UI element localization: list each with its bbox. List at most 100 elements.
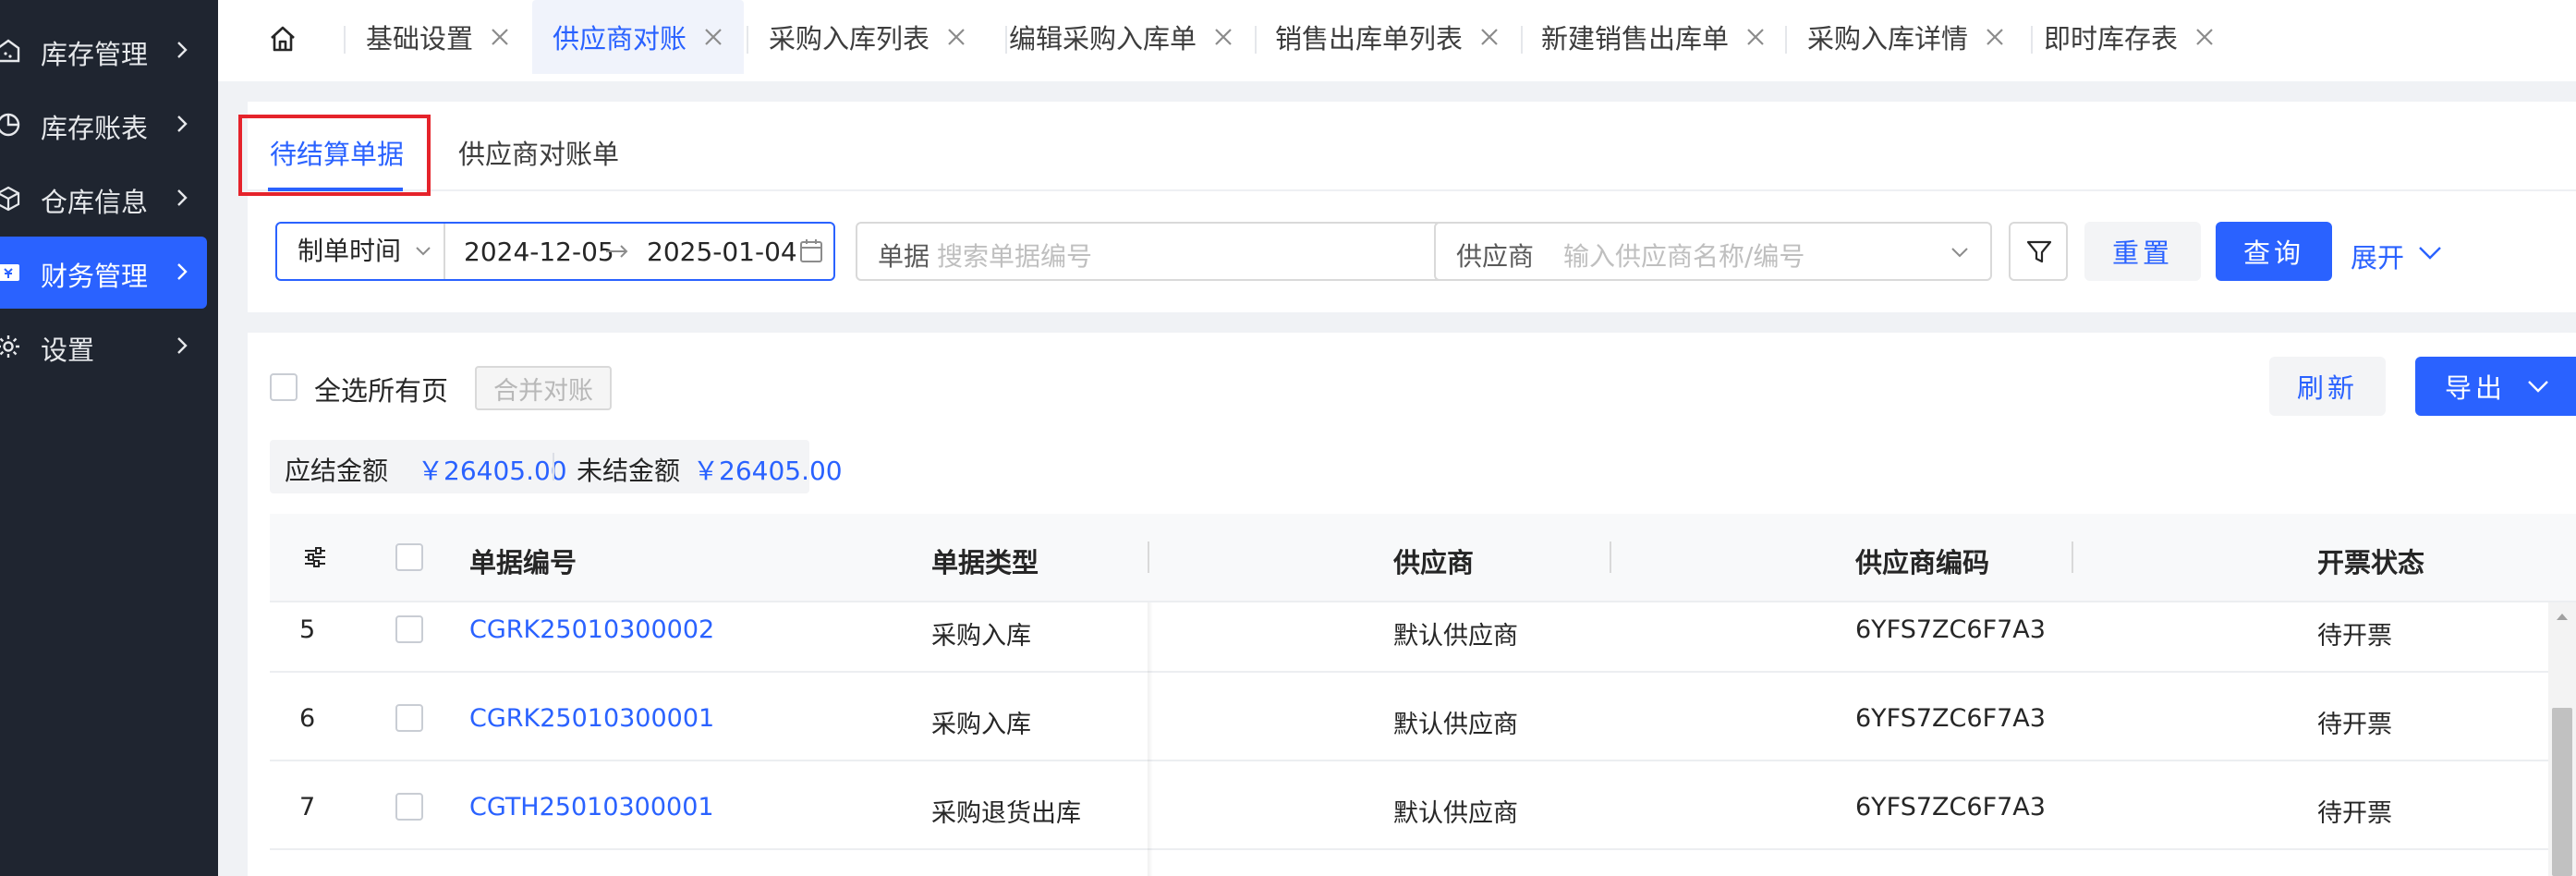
tab-label: 供应商对账 — [553, 23, 687, 55]
scroll-up-arrow-icon[interactable] — [2556, 612, 2569, 621]
unsettled-amount-value: ￥26405.00 — [693, 456, 843, 486]
tab-supplier-reconciliation[interactable]: 供应商对账 — [532, 0, 745, 74]
row-checkbox[interactable] — [395, 615, 423, 643]
supplier-field-label: 供应商 — [1456, 241, 1535, 272]
close-icon[interactable] — [490, 27, 510, 47]
table-scrollbar[interactable] — [2548, 602, 2576, 876]
invoice-status-cell: 待开票 — [2317, 622, 2392, 651]
supplier-search-input[interactable]: 输入供应商名称/编号 — [1563, 237, 1804, 274]
doc-search-input[interactable]: 搜索单据编号 — [937, 237, 1092, 274]
chevron-down-icon — [2419, 247, 2441, 260]
sidebar-item-finance[interactable]: 财务管理 — [0, 237, 207, 309]
supplier-code-cell: 6YFS7ZC6F7A3 — [1855, 615, 2046, 644]
row-index: 5 — [299, 615, 316, 644]
expand-filters-link[interactable]: 展开 — [2351, 237, 2441, 275]
table-header: 单据编号 单据类型 供应商 供应商编码 开票状态 — [270, 514, 2576, 602]
close-icon[interactable] — [1479, 27, 1500, 47]
column-settings-icon[interactable] — [301, 543, 329, 571]
tab-basic-settings[interactable]: 基础设置 — [366, 0, 510, 74]
doc-no-link[interactable]: CGTH25010300001 — [469, 793, 714, 821]
column-header-supplier-code[interactable]: 供应商编码 — [1855, 541, 1989, 580]
select-all-checkbox[interactable] — [270, 373, 298, 401]
tab-separator — [2031, 26, 2033, 54]
doc-search-field[interactable]: 单据 搜索单据编号 — [856, 222, 1447, 281]
home-icon[interactable] — [264, 20, 301, 57]
reset-button[interactable]: 重置 — [2084, 222, 2201, 281]
table-row[interactable]: 5 CGRK25010300002 采购入库 默认供应商 6YFS7ZC6F7A… — [270, 602, 2576, 673]
row-checkbox[interactable] — [395, 793, 423, 821]
sidebar-item-label: 仓库信息 — [41, 187, 149, 218]
column-resizer[interactable] — [2072, 541, 2073, 573]
tab-separator — [1005, 26, 1007, 54]
chevron-right-icon — [177, 189, 188, 206]
tab-sales-out-list[interactable]: 销售出库单列表 — [1275, 0, 1500, 74]
tab-purchase-in-list[interactable]: 采购入库列表 — [769, 0, 966, 74]
column-header-supplier[interactable]: 供应商 — [1393, 541, 1474, 580]
chevron-down-icon — [2528, 381, 2548, 393]
date-start-input[interactable]: 2024-12-05 — [464, 237, 614, 267]
sidebar-item-inventory-ledger[interactable]: 库存账表 — [0, 89, 207, 161]
warehouse-cube-icon — [0, 186, 20, 212]
doc-field-label: 单据 — [878, 241, 930, 272]
inventory-icon — [0, 39, 20, 63]
query-button[interactable]: 查询 — [2216, 222, 2332, 281]
tab-label: 基础设置 — [366, 23, 474, 55]
tab-purchase-in-detail[interactable]: 采购入库详情 — [1807, 0, 2005, 74]
supplier-cell: 默认供应商 — [1393, 799, 1518, 828]
date-end-input[interactable]: 2025-01-04 — [647, 237, 797, 267]
sidebar-item-warehouse[interactable]: 仓库信息 — [0, 163, 207, 235]
invoice-status-cell: 待开票 — [2317, 711, 2392, 739]
supplier-code-cell: 6YFS7ZC6F7A3 — [1855, 704, 2046, 733]
close-icon[interactable] — [1213, 27, 1233, 47]
column-resizer[interactable] — [1148, 541, 1149, 573]
date-type-value: 制单时间 — [298, 236, 402, 266]
close-icon[interactable] — [946, 27, 966, 47]
date-range-filter[interactable]: 制单时间 2024-12-05 2025-01-04 — [275, 222, 835, 281]
close-icon[interactable] — [1745, 27, 1766, 47]
column-resizer[interactable] — [1610, 541, 1611, 573]
payable-amount-value: ￥26405.00 — [418, 456, 567, 486]
export-button[interactable]: 导出 — [2415, 357, 2576, 416]
tab-separator — [1785, 26, 1787, 54]
tab-separator — [1521, 26, 1523, 54]
table-row[interactable]: 7 CGTH25010300001 采购退货出库 默认供应商 6YFS7ZC6F… — [270, 761, 2576, 850]
invoice-status-cell: 待开票 — [2317, 799, 2392, 828]
highlight-annotation-box — [238, 115, 431, 196]
tab-edit-purchase-in[interactable]: 编辑采购入库单 — [1009, 0, 1233, 74]
supplier-select-field[interactable]: 供应商 输入供应商名称/编号 — [1434, 222, 1992, 281]
scrollbar-thumb[interactable] — [2552, 708, 2572, 876]
filter-funnel-icon — [2026, 240, 2052, 263]
close-icon[interactable] — [2194, 27, 2215, 47]
tab-realtime-stock[interactable]: 即时库存表 — [2044, 0, 2215, 74]
gear-icon — [0, 335, 19, 358]
calendar-icon — [800, 239, 822, 262]
date-type-select[interactable]: 制单时间 — [277, 224, 445, 279]
column-header-invoice-status[interactable]: 开票状态 — [2317, 541, 2424, 580]
tab-separator — [344, 26, 346, 54]
chevron-right-icon — [177, 42, 188, 58]
sidebar-item-label: 设置 — [41, 335, 95, 366]
chevron-down-icon — [416, 247, 431, 256]
column-header-doc-type[interactable]: 单据类型 — [931, 541, 1039, 580]
refresh-button[interactable]: 刷新 — [2269, 357, 2386, 416]
row-checkbox[interactable] — [395, 704, 423, 732]
row-index: 7 — [299, 793, 316, 821]
subtab-supplier-statements[interactable]: 供应商对账单 — [458, 133, 619, 172]
close-icon[interactable] — [1985, 27, 2005, 47]
tab-label: 销售出库单列表 — [1275, 23, 1464, 55]
doc-no-link[interactable]: CGRK25010300001 — [469, 704, 714, 733]
merge-reconcile-button[interactable]: 合并对账 — [475, 366, 612, 410]
tab-new-sales-out[interactable]: 新建销售出库单 — [1541, 0, 1766, 74]
table-row[interactable]: 6 CGRK25010300001 采购入库 默认供应商 6YFS7ZC6F7A… — [270, 673, 2576, 761]
select-page-checkbox[interactable] — [395, 543, 423, 571]
filter-button[interactable] — [2009, 222, 2068, 281]
export-label: 导出 — [2445, 372, 2507, 404]
sidebar: 库存管理 库存账表 仓库信息 财务管理 设置 — [0, 0, 218, 876]
arrow-right-icon — [606, 245, 628, 258]
doc-no-link[interactable]: CGRK25010300002 — [469, 615, 714, 644]
sidebar-item-inventory[interactable]: 库存管理 — [0, 15, 207, 87]
sidebar-item-settings[interactable]: 设置 — [0, 310, 207, 383]
sidebar-item-label: 库存管理 — [41, 39, 149, 70]
column-header-doc-no[interactable]: 单据编号 — [469, 541, 577, 580]
close-icon[interactable] — [703, 27, 723, 47]
